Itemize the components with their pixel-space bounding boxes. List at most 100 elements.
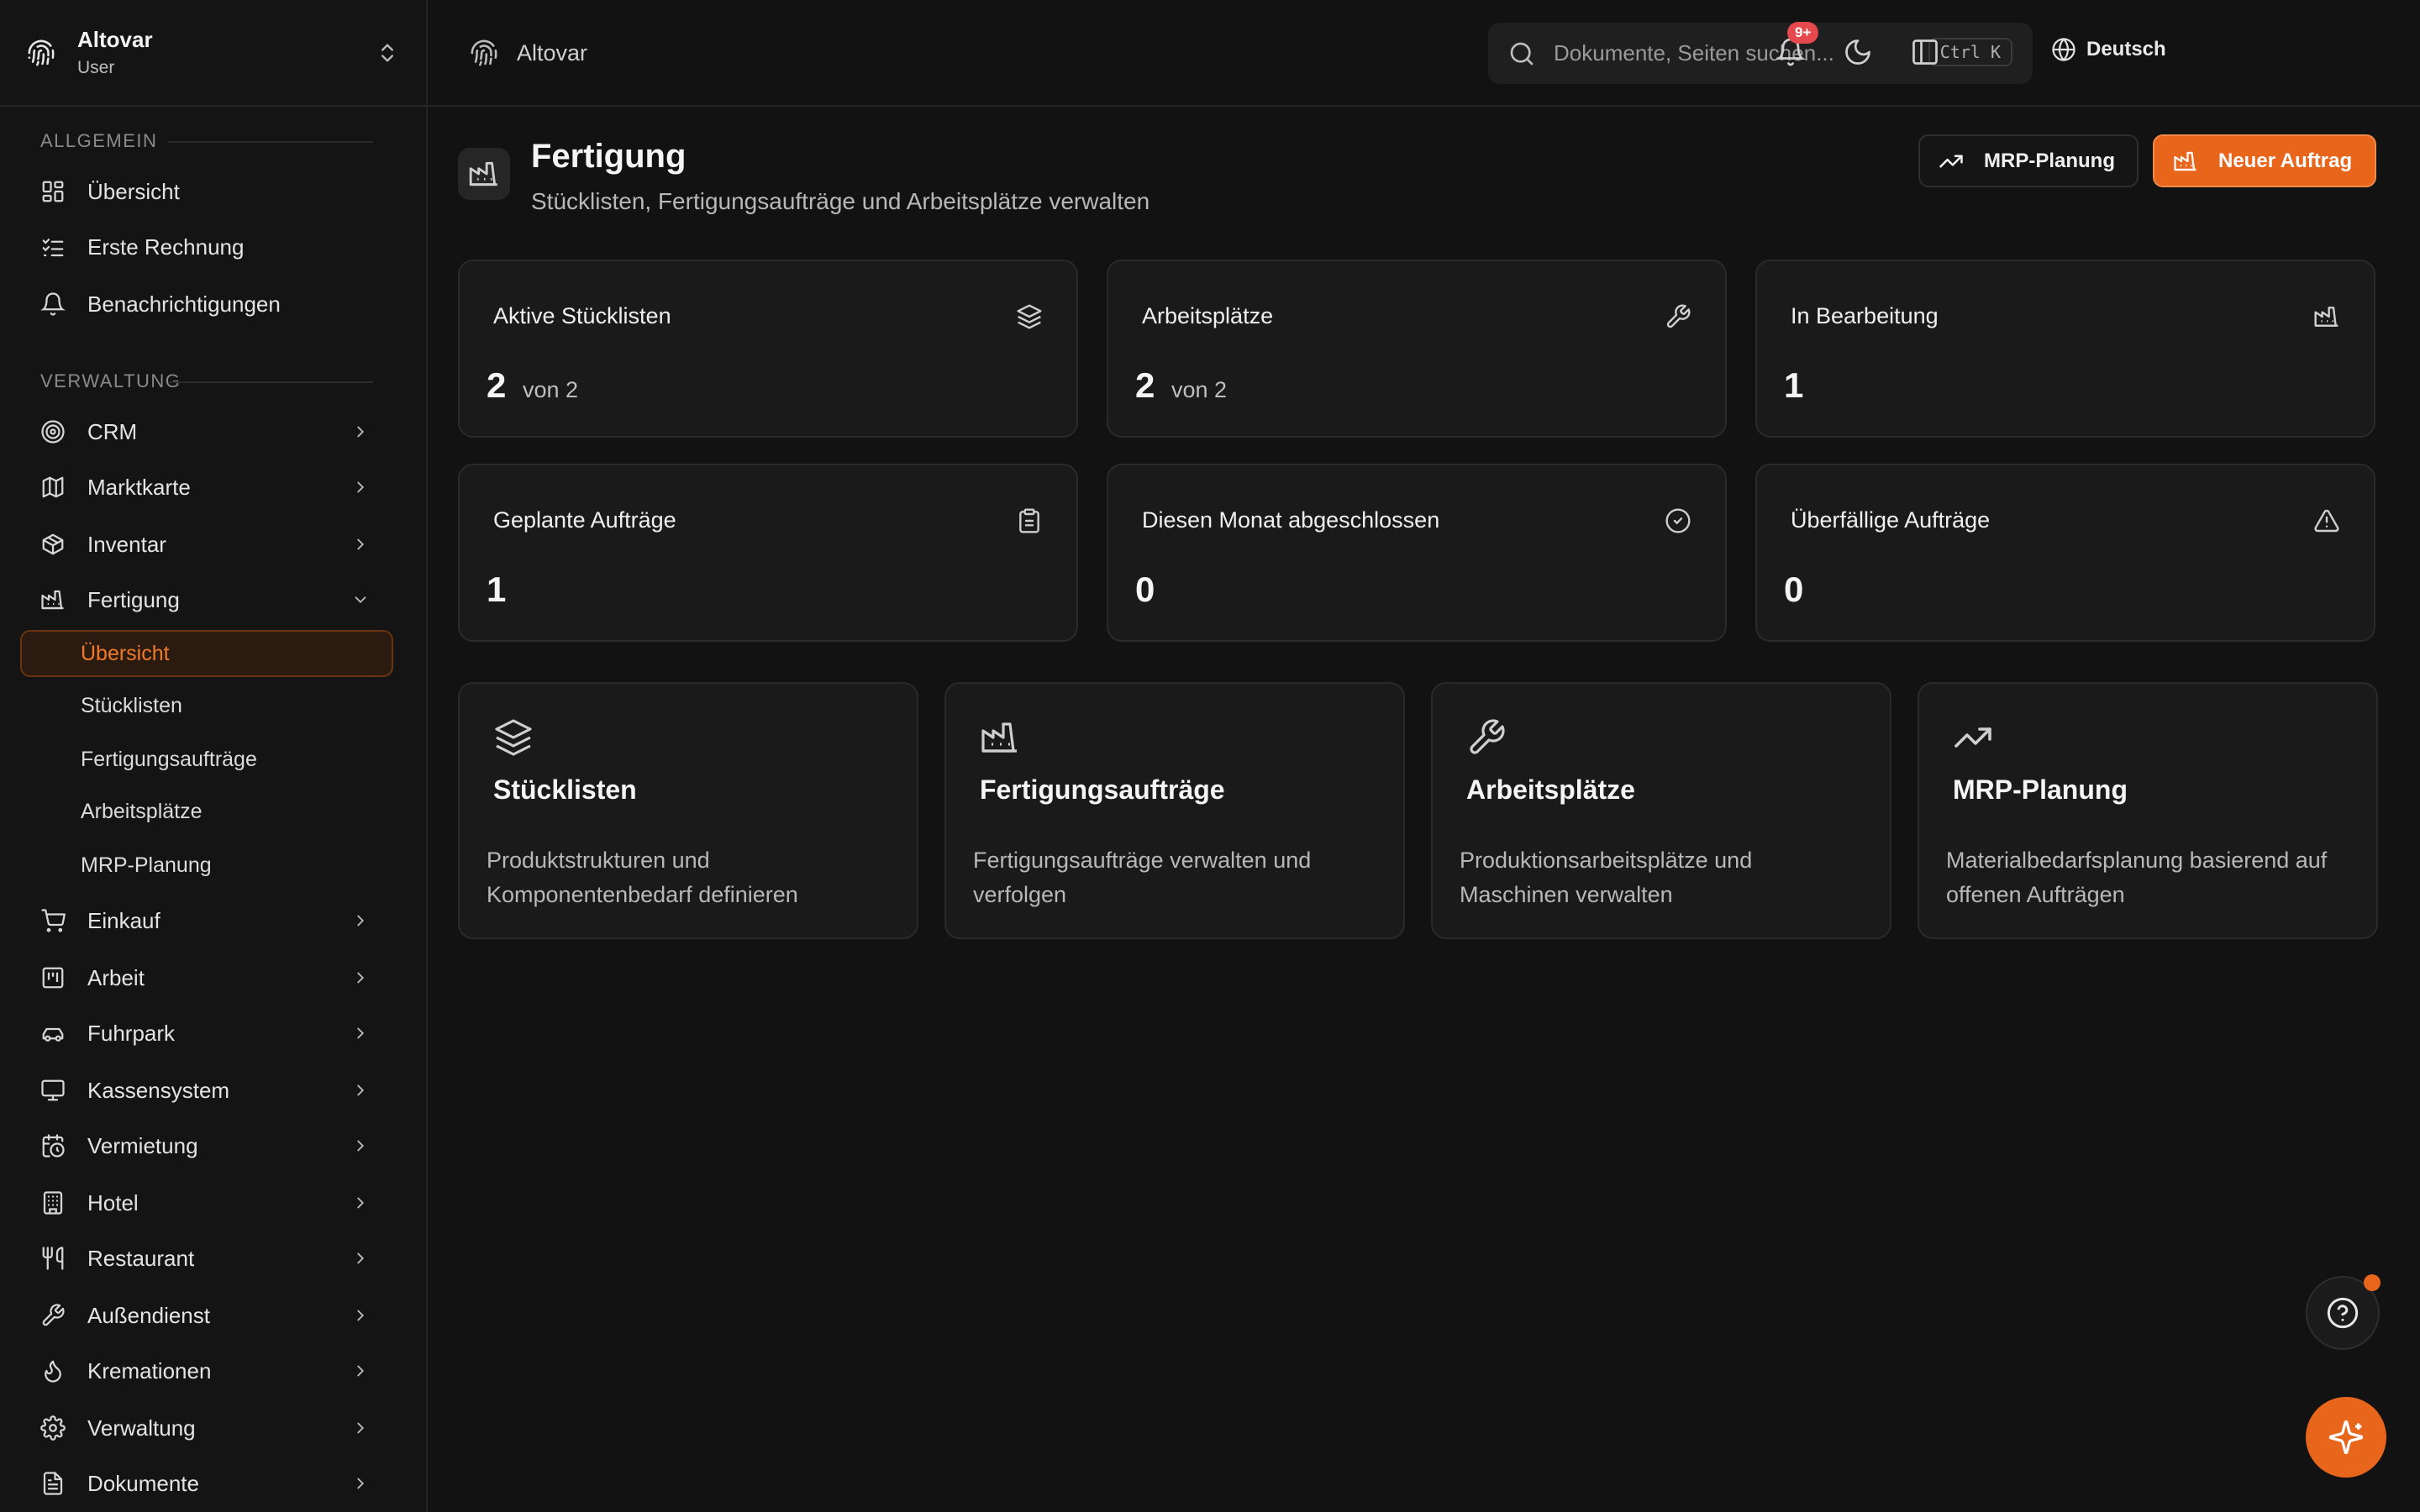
module-card-arbeitsplaetze[interactable]: Arbeitsplätze Produktionsarbeitsplätze u… [1431,682,1891,939]
sidebar-item-label: Einkauf [87,907,160,933]
ai-assistant-button[interactable] [2306,1397,2386,1478]
module-title: Stücklisten [493,774,637,805]
sidebar-item-fertigung[interactable]: Fertigung [27,576,387,623]
chevron-right-icon [357,538,365,550]
layers-icon [495,719,532,756]
stat-card-completed-this-month: Diesen Monat abgeschlossen 0 [1107,464,1727,642]
mrp-planning-label: MRP-Planung [1984,149,2115,172]
calendar-clock-icon [42,1134,65,1158]
stat-label: Geplante Aufträge [493,507,676,533]
module-card-stuecklisten[interactable]: Stücklisten Produktstrukturen und Kompon… [458,682,918,939]
globe-icon [2052,37,2075,62]
chevron-right-icon [357,1252,365,1264]
module-description: Produktionsarbeitsplätze und Maschinen v… [1460,848,1753,907]
sidebar-item-dokumente[interactable]: Dokumente [27,1460,387,1507]
sidebar-item-uebersicht[interactable]: Übersicht [27,168,387,215]
section-divider [168,381,373,383]
sidebar-item-kremationen[interactable]: Kremationen [27,1347,387,1394]
stat-value: 0 [1784,570,1804,609]
section-divider [168,141,373,143]
wrench-icon [1470,719,1505,754]
sidebar-item-benachrichtigungen[interactable]: Benachrichtigungen [27,281,387,328]
sidebar-item-label: Übersicht [87,178,180,204]
stat-card-overdue-orders: Überfällige Aufträge 0 [1755,464,2375,642]
sidebar-item-einkauf[interactable]: Einkauf [27,897,387,944]
cart-icon [41,909,66,932]
document-icon [43,1472,63,1495]
sidebar-subitem-mrp-planung[interactable]: MRP-Planung [20,842,393,889]
module-card-mrp-planung[interactable]: MRP-Planung Materialbedarfsplanung basie… [1918,682,2378,939]
chevrons-up-down-icon [381,44,393,62]
language-switcher[interactable]: Deutsch [2051,37,2166,62]
workspace-switcher[interactable]: Altovar User [0,0,426,107]
dashboard-icon [42,181,64,202]
module-description: Fertigungsaufträge verwalten und verfolg… [973,848,1312,907]
sidebar-item-inventar[interactable]: Inventar [27,521,387,568]
sidebar-item-label: Fuhrpark [87,1020,176,1046]
stat-label: Arbeitsplätze [1142,303,1274,328]
sidebar-item-marktkarte[interactable]: Marktkarte [27,464,387,511]
sidebar-item-label: Erste Rechnung [87,234,245,260]
trending-up-icon [1939,155,1963,167]
chevron-right-icon [357,1027,365,1039]
sidebar-item-arbeit[interactable]: Arbeit [27,954,387,1001]
new-order-button[interactable]: Neuer Auftrag [2153,134,2376,187]
sidebar-item-restaurant[interactable]: Restaurant [27,1235,387,1282]
sidebar-item-kassensystem[interactable]: Kassensystem [27,1067,387,1114]
module-description: Materialbedarfsplanung basierend auf off… [1946,848,2328,907]
sidebar-item-hotel[interactable]: Hotel [27,1179,387,1226]
notification-badge: 9+ [1787,22,1819,44]
sidebar-subitem-stuecklisten[interactable]: Stücklisten [20,682,393,729]
factory-icon [41,590,64,610]
clipboard-icon [1019,508,1039,533]
app-root: Altovar User Allgemein Übersicht Erste R… [0,0,2420,1512]
bell-icon [40,292,66,316]
search-shortcut: Ctrl K [1928,38,2012,66]
sidebar-subitem-arbeitsplaetze[interactable]: Arbeitsplätze [20,788,393,835]
sidebar-item-label: Arbeit [87,964,145,990]
sidebar-item-label: Dokumente [87,1470,199,1496]
utensils-icon [42,1247,64,1270]
sidebar-subitem-uebersicht[interactable]: Übersicht [20,630,393,677]
sidebar-item-fuhrpark[interactable]: Fuhrpark [27,1010,387,1057]
monitor-icon [41,1079,65,1101]
check-circle-icon [1665,508,1691,533]
section-label-general: Allgemein [40,130,158,151]
mrp-planning-button[interactable]: MRP-Planung [1918,134,2139,187]
sidebar-item-verwaltung[interactable]: Verwaltung [27,1404,387,1452]
checklist-icon [42,239,64,257]
sidebar-item-label: Hotel [87,1189,139,1215]
sidebar-toggle-icon[interactable] [1910,37,1940,67]
breadcrumb[interactable]: Altovar [470,39,587,67]
factory-icon [2314,307,2338,327]
module-title: Arbeitsplätze [1466,774,1635,805]
sidebar-subitem-fertigungsauftraege[interactable]: Fertigungsaufträge [20,736,393,783]
section-label-admin: Verwaltung [40,370,182,391]
sidebar-item-label: Benachrichtigungen [87,291,281,317]
sidebar-item-aussendienst[interactable]: Außendienst [27,1292,387,1339]
sidebar-item-vermietung[interactable]: Vermietung [27,1122,387,1169]
chevron-right-icon [357,1422,365,1434]
module-title: MRP-Planung [1953,774,2128,805]
sidebar-item-label: CRM [87,418,138,444]
sidebar-item-crm[interactable]: CRM [27,408,387,455]
search-bar[interactable]: Ctrl K [1488,23,2033,84]
building-icon [43,1191,63,1215]
sidebar-item-label: Außendienst [87,1302,210,1328]
chevron-right-icon [357,1478,365,1489]
sidebar-item-erste-rechnung[interactable]: Erste Rechnung [27,223,387,270]
kanban-icon [42,967,64,989]
moon-icon[interactable] [1843,37,1873,67]
module-title: Fertigungsaufträge [980,774,1225,805]
wrench-icon [1666,304,1691,328]
chevron-right-icon [357,1084,365,1096]
module-card-fertigungsauftraege[interactable]: Fertigungsaufträge Fertigungsaufträge ve… [944,682,1405,939]
stat-label: Aktive Stücklisten [493,303,671,328]
layers-icon [1017,304,1042,329]
chevron-right-icon [357,1140,365,1152]
stat-card-planned-orders: Geplante Aufträge 1 [458,464,1078,642]
stat-card-workstations: Arbeitsplätze 2 von 2 [1107,260,1727,438]
sidebar-item-label: Vermietung [87,1132,198,1158]
factory-icon [469,161,497,186]
factory-icon [2174,151,2196,171]
